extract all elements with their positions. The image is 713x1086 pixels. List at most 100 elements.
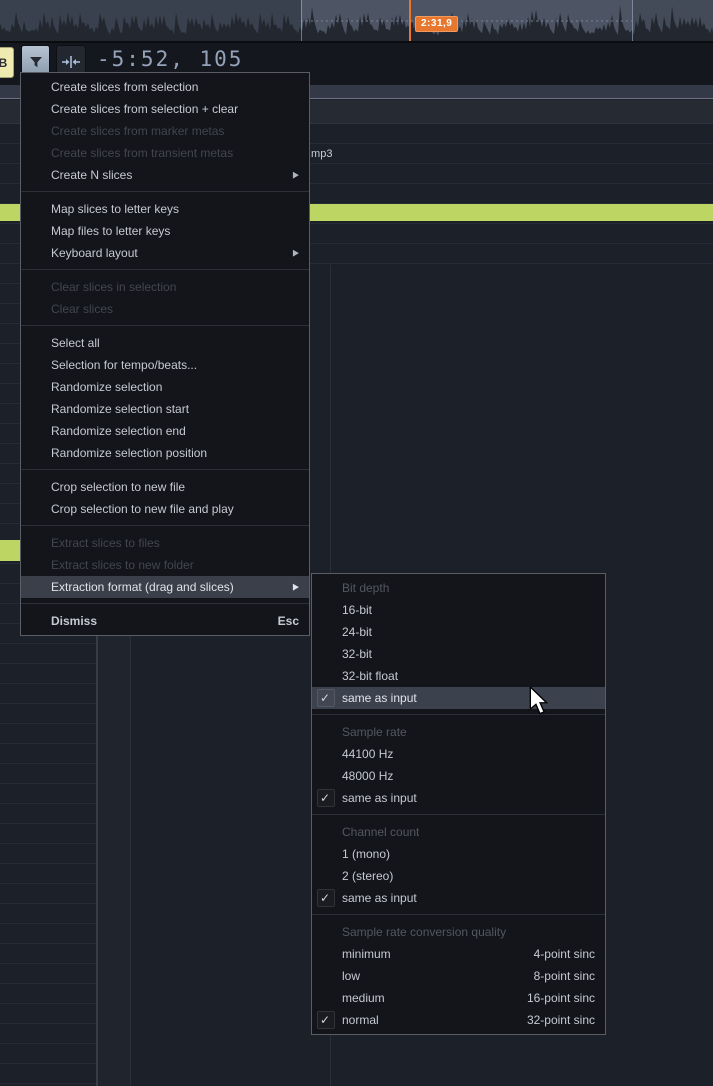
menu-item-randomize-selection-position[interactable]: Randomize selection position <box>21 442 309 464</box>
funnel-icon <box>28 54 44 70</box>
menu-separator <box>21 464 309 476</box>
menu-item-label: medium <box>342 987 385 1009</box>
menu-item-randomize-selection[interactable]: Randomize selection <box>21 376 309 398</box>
menu-item-extraction-format-drag-and-slices[interactable]: Extraction format (drag and slices) ▶ <box>21 576 309 598</box>
menu-item-label: 32-bit <box>342 643 372 665</box>
menu-item-create-slices-from-selection[interactable]: Create slices from selection <box>21 76 309 98</box>
menu-item-label: Map slices to letter keys <box>51 198 179 220</box>
menu-item-label: Sample rate <box>342 721 407 743</box>
menu-item-value: 8-point sinc <box>534 965 595 987</box>
menu-item-keyboard-layout[interactable]: Keyboard layout ▶ <box>21 242 309 264</box>
menu-item-label: Create slices from selection + clear <box>51 98 238 120</box>
menu-separator <box>312 709 605 721</box>
menu-item-label: same as input <box>342 887 417 909</box>
menu-item-1-mono[interactable]: 1 (mono) <box>312 843 605 865</box>
menu-item-label: 48000 Hz <box>342 765 393 787</box>
submenu-arrow-icon: ▶ <box>293 574 299 599</box>
menu-separator <box>21 520 309 532</box>
menu-item-label: Dismiss <box>51 610 97 632</box>
waveform-strip[interactable]: 2:31,9 <box>0 0 713 41</box>
menu-item-same-as-input[interactable]: ✓ same as input <box>312 687 605 709</box>
menu-item-label: 32-bit float <box>342 665 398 687</box>
submenu-header-bit-depth: Bit depth <box>312 577 605 599</box>
time-display: -5:52, 105 <box>97 47 243 71</box>
menu-item-shortcut: Esc <box>278 610 299 632</box>
extraction-format-submenu: Bit depth16-bit24-bit32-bit32-bit float✓… <box>311 573 606 1035</box>
file-name-label: .mp3 <box>308 148 332 160</box>
menu-item-label: same as input <box>342 687 417 709</box>
menu-item-label: Create N slices <box>51 164 132 186</box>
menu-item-label: Keyboard layout <box>51 242 138 264</box>
submenu-arrow-icon: ▶ <box>293 240 299 265</box>
menu-item-2-stereo[interactable]: 2 (stereo) <box>312 865 605 887</box>
menu-item-label: Extract slices to files <box>51 532 160 554</box>
menu-separator <box>21 320 309 332</box>
menu-item-same-as-input[interactable]: ✓ same as input <box>312 787 605 809</box>
menu-separator <box>312 809 605 821</box>
waveform-graphic <box>0 0 713 41</box>
menu-item-extract-slices-to-files: Extract slices to files <box>21 532 309 554</box>
menu-item-24-bit[interactable]: 24-bit <box>312 621 605 643</box>
menu-item-create-slices-from-selection-clear[interactable]: Create slices from selection + clear <box>21 98 309 120</box>
menu-item-label: Clear slices <box>51 298 113 320</box>
menu-item-label: Map files to letter keys <box>51 220 170 242</box>
menu-item-label: Randomize selection end <box>51 420 186 442</box>
selected-slice-block[interactable] <box>0 540 20 561</box>
menu-item-label: Randomize selection <box>51 376 162 398</box>
menu-item-48000-hz[interactable]: 48000 Hz <box>312 765 605 787</box>
menu-item-label: Sample rate conversion quality <box>342 921 506 943</box>
menu-item-label: Select all <box>51 332 100 354</box>
menu-item-16-bit[interactable]: 16-bit <box>312 599 605 621</box>
context-menu: Create slices from selectionCreate slice… <box>20 72 310 636</box>
menu-item-crop-selection-to-new-file[interactable]: Crop selection to new file <box>21 476 309 498</box>
menu-item-medium[interactable]: medium 16-point sinc <box>312 987 605 1009</box>
menu-item-minimum[interactable]: minimum4-point sinc <box>312 943 605 965</box>
menu-item-label: Selection for tempo/beats... <box>51 354 197 376</box>
b-button[interactable]: B <box>0 47 14 78</box>
check-icon: ✓ <box>320 887 330 909</box>
menu-item-label: Randomize selection position <box>51 442 207 464</box>
menu-item-dismiss[interactable]: Dismiss Esc <box>21 610 309 632</box>
menu-item-normal[interactable]: ✓normal32-point sinc <box>312 1009 605 1031</box>
menu-item-label: Crop selection to new file <box>51 476 185 498</box>
menu-item-map-slices-to-letter-keys[interactable]: Map slices to letter keys <box>21 198 309 220</box>
menu-item-clear-slices: Clear slices <box>21 298 309 320</box>
time-badge: 2:31,9 <box>415 16 458 32</box>
menu-item-label: same as input <box>342 787 417 809</box>
menu-item-select-all[interactable]: Select all <box>21 332 309 354</box>
menu-item-value: 16-point sinc <box>527 987 595 1009</box>
menu-item-32-bit-float[interactable]: 32-bit float <box>312 665 605 687</box>
menu-item-32-bit[interactable]: 32-bit <box>312 643 605 665</box>
menu-item-create-slices-from-marker-metas: Create slices from marker metas <box>21 120 309 142</box>
menu-item-selection-for-tempo-beats[interactable]: Selection for tempo/beats... <box>21 354 309 376</box>
menu-item-same-as-input[interactable]: ✓ same as input <box>312 887 605 909</box>
mouse-cursor <box>529 687 549 715</box>
menu-item-label: Channel count <box>342 821 419 843</box>
submenu-header-channel-count: Channel count <box>312 821 605 843</box>
menu-item-label: 1 (mono) <box>342 843 390 865</box>
menu-separator <box>312 909 605 921</box>
menu-separator <box>21 186 309 198</box>
playhead-marker[interactable] <box>409 0 411 41</box>
menu-item-label: Crop selection to new file and play <box>51 498 234 520</box>
menu-item-label: Bit depth <box>342 577 389 599</box>
menu-separator <box>21 598 309 610</box>
menu-item-clear-slices-in-selection: Clear slices in selection <box>21 276 309 298</box>
menu-item-randomize-selection-start[interactable]: Randomize selection start <box>21 398 309 420</box>
menu-item-label: Extraction format (drag and slices) <box>51 576 234 598</box>
menu-item-low[interactable]: low8-point sinc <box>312 965 605 987</box>
menu-item-44100-hz[interactable]: 44100 Hz <box>312 743 605 765</box>
menu-item-label: Create slices from marker metas <box>51 120 224 142</box>
menu-item-label: 2 (stereo) <box>342 865 393 887</box>
menu-item-label: 16-bit <box>342 599 372 621</box>
check-icon: ✓ <box>320 1009 330 1031</box>
snap-to-center-icon <box>61 55 81 69</box>
check-icon: ✓ <box>320 687 330 709</box>
menu-item-map-files-to-letter-keys[interactable]: Map files to letter keys <box>21 220 309 242</box>
check-icon: ✓ <box>320 787 330 809</box>
menu-item-crop-selection-to-new-file-and-play[interactable]: Crop selection to new file and play <box>21 498 309 520</box>
menu-item-create-slices-from-transient-metas: Create slices from transient metas <box>21 142 309 164</box>
menu-item-create-n-slices[interactable]: Create N slices▶ <box>21 164 309 186</box>
menu-item-label: Randomize selection start <box>51 398 189 420</box>
menu-item-randomize-selection-end[interactable]: Randomize selection end <box>21 420 309 442</box>
